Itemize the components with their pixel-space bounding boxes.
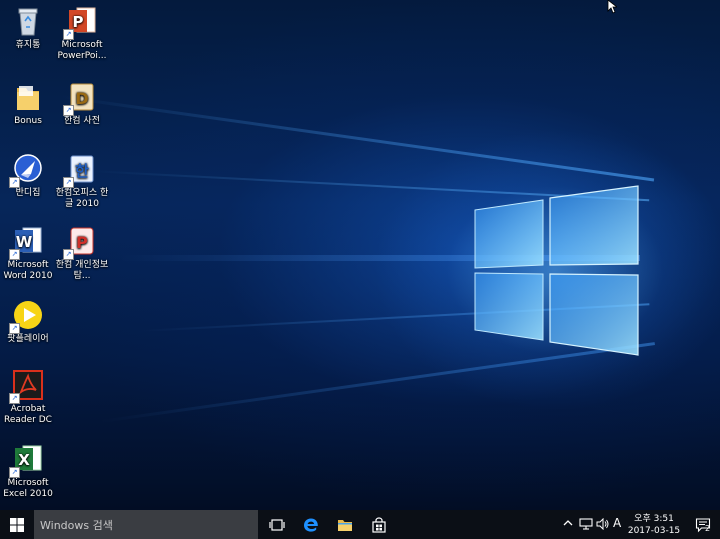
icon-label: 한컴 사전 bbox=[64, 116, 100, 126]
task-view-button[interactable] bbox=[260, 510, 294, 539]
start-button[interactable] bbox=[0, 510, 34, 539]
powerpoint-icon: P ↗ bbox=[63, 4, 99, 40]
powerpoint-letter-glyph: P bbox=[73, 13, 84, 31]
windows-start-icon bbox=[10, 517, 24, 532]
volume-button[interactable] bbox=[596, 517, 610, 533]
mouse-cursor-icon bbox=[607, 0, 617, 14]
store-button[interactable] bbox=[362, 510, 396, 539]
shortcut-arrow-icon: ↗ bbox=[9, 393, 20, 404]
action-center-button[interactable]: 2 bbox=[686, 510, 720, 539]
desktop-icon-acrobat[interactable]: ↗ Acrobat Reader DC bbox=[0, 368, 56, 426]
dictionary-letter-glyph: D bbox=[75, 89, 88, 108]
hancom-dictionary-icon: D ↗ bbox=[63, 80, 99, 116]
search-placeholder: Windows 검색 bbox=[40, 518, 113, 532]
shortcut-arrow-icon: ↗ bbox=[63, 105, 74, 116]
edge-browser-button[interactable] bbox=[294, 510, 328, 539]
store-bag-icon bbox=[372, 516, 386, 533]
network-icon bbox=[579, 518, 593, 530]
clock[interactable]: 오후 3:51 2017-03-15 bbox=[625, 513, 683, 537]
icon-label: Microsoft Excel 2010 bbox=[3, 478, 53, 499]
shortcut-arrow-icon: ↗ bbox=[63, 249, 74, 260]
icon-label: Microsoft Word 2010 bbox=[3, 260, 53, 281]
show-hidden-icons-button[interactable] bbox=[563, 517, 573, 532]
icon-label: 반디집 bbox=[15, 188, 41, 198]
hancom-letter-glyph: 한 bbox=[75, 162, 89, 180]
icon-label: 한컴오피스 한글 2010 bbox=[55, 188, 109, 209]
notification-count-badge: 2 bbox=[705, 524, 711, 533]
desktop-icon-bandizip[interactable]: ↗ 반디집 bbox=[0, 152, 56, 199]
potplayer-icon: ↗ bbox=[9, 298, 45, 334]
folder-icon bbox=[338, 519, 352, 531]
icon-label: 휴지통 bbox=[15, 40, 41, 50]
desktop-icon-potplayer[interactable]: ↗ 팟플레이어 bbox=[0, 298, 56, 345]
file-explorer-button[interactable] bbox=[328, 510, 362, 539]
hancom-office-icon: 한 ↗ bbox=[63, 152, 99, 188]
excel-letter-glyph: X bbox=[18, 451, 30, 469]
shortcut-arrow-icon: ↗ bbox=[9, 249, 20, 260]
input-method-indicator[interactable]: A bbox=[613, 517, 621, 529]
shortcut-arrow-icon: ↗ bbox=[9, 177, 20, 188]
shortcut-arrow-icon: ↗ bbox=[63, 29, 74, 40]
windows-logo-wallpaper bbox=[474, 185, 639, 356]
taskbar: Windows 검색 A 오후 3:51 2017-03-15 2 bbox=[0, 510, 720, 539]
icon-label: Acrobat Reader DC bbox=[4, 404, 52, 425]
clock-date: 2017-03-15 bbox=[627, 526, 681, 536]
desktop-icon-word[interactable]: W ↗ Microsoft Word 2010 bbox=[0, 224, 56, 282]
shortcut-arrow-icon: ↗ bbox=[63, 177, 74, 188]
clock-time: 오후 3:51 bbox=[634, 514, 674, 524]
icon-label: Microsoft PowerPoi... bbox=[57, 40, 107, 61]
desktop-icon-excel[interactable]: X ↗ Microsoft Excel 2010 bbox=[0, 442, 56, 500]
wallpaper-light-ray bbox=[59, 95, 655, 182]
shortcut-arrow-icon: ↗ bbox=[9, 467, 20, 478]
shortcut-arrow-icon: ↗ bbox=[9, 323, 20, 334]
desktop-icon-recycle-bin[interactable]: 휴지통 bbox=[0, 4, 56, 51]
acrobat-icon: ↗ bbox=[9, 368, 45, 404]
icon-label: 한컴 개인정보탐... bbox=[55, 260, 109, 281]
bandizip-icon: ↗ bbox=[9, 152, 45, 188]
chevron-up-icon bbox=[563, 520, 573, 526]
desktop-icon-hancom-dictionary[interactable]: D ↗ 한컴 사전 bbox=[54, 80, 110, 127]
hancom-privacy-icon: P ↗ bbox=[63, 224, 99, 260]
desktop-icon-powerpoint[interactable]: P ↗ Microsoft PowerPoi... bbox=[54, 4, 110, 62]
recycle-bin-icon bbox=[11, 4, 45, 38]
task-view-icon bbox=[269, 518, 285, 531]
icon-label: Bonus bbox=[14, 116, 42, 126]
privacy-letter-glyph: P bbox=[76, 233, 88, 252]
speaker-icon bbox=[596, 517, 609, 531]
folder-icon bbox=[11, 80, 45, 114]
excel-icon: X ↗ bbox=[9, 442, 45, 478]
icon-label: 팟플레이어 bbox=[7, 334, 49, 344]
word-icon: W ↗ bbox=[9, 224, 45, 260]
desktop-icon-hancom-office[interactable]: 한 ↗ 한컴오피스 한글 2010 bbox=[54, 152, 110, 210]
desktop-icon-hancom-privacy[interactable]: P ↗ 한컴 개인정보탐... bbox=[54, 224, 110, 282]
search-box[interactable]: Windows 검색 bbox=[34, 510, 258, 539]
network-button[interactable] bbox=[579, 518, 593, 533]
edge-icon bbox=[304, 518, 318, 532]
desktop-wallpaper: 휴지통 Bonus ↗ 반디집 W ↗ Microsoft Word 2010 … bbox=[0, 0, 720, 510]
desktop-icon-bonus-folder[interactable]: Bonus bbox=[0, 80, 56, 127]
